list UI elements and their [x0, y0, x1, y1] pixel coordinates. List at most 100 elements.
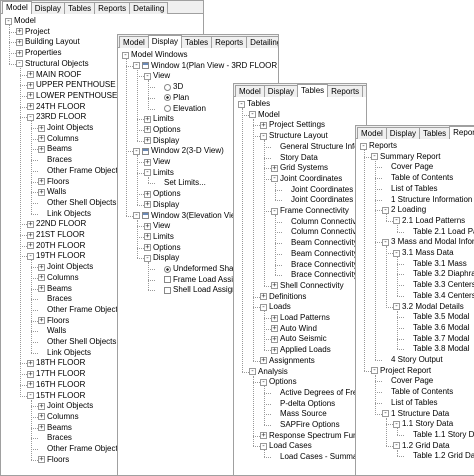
tree-node[interactable]: Table 1.2 Grid Data — [404, 451, 474, 461]
radio-icon[interactable] — [164, 94, 171, 102]
expand-icon[interactable]: + — [144, 158, 151, 166]
tree-node[interactable]: + Project Settings — [260, 120, 325, 130]
tab-detailing[interactable]: Detailing — [129, 2, 169, 14]
tree-node[interactable]: -1.2 Grid Data — [393, 441, 450, 451]
tree-node[interactable]: Column Connectivity — [282, 217, 364, 227]
tree-node[interactable]: -3 Mass and Modal Information — [382, 237, 474, 247]
tree-node[interactable]: Beam Connectivity — [282, 249, 358, 259]
tree-node[interactable]: Table 3.7 Modal — [404, 334, 469, 344]
tree-node[interactable]: +24TH FLOOR — [27, 102, 85, 112]
tree-node[interactable]: Table 3.3 Centers — [404, 280, 474, 290]
tab-detailing[interactable]: Detailing — [246, 36, 278, 48]
tree-node[interactable]: Table 1.1 Story Data — [404, 430, 474, 440]
tree-node[interactable]: Shell Load Assigns — [155, 285, 241, 295]
expand-icon[interactable]: + — [38, 424, 45, 432]
tab-reports[interactable]: Reports — [211, 36, 248, 48]
tree-node[interactable]: - Frame Connectivity — [271, 206, 349, 216]
expand-icon[interactable]: + — [271, 164, 278, 172]
tab-display[interactable]: Display — [147, 35, 183, 48]
expand-icon[interactable]: + — [144, 190, 151, 198]
collapse-icon[interactable]: - — [260, 442, 267, 450]
expand-icon[interactable]: + — [27, 359, 34, 367]
tree-node[interactable]: - Project Report — [371, 366, 431, 376]
tree-node[interactable]: Other Shell Objects — [38, 337, 116, 347]
collapse-icon[interactable]: - — [382, 238, 389, 246]
tree-node[interactable]: List of Tables — [382, 398, 438, 408]
tree-node[interactable]: + Columns — [38, 134, 79, 144]
tree-node[interactable]: - Window 1(Plan View - 3RD FLOOR - Z = 51… — [133, 61, 278, 71]
expand-icon[interactable]: + — [271, 314, 278, 322]
tree-node[interactable]: - Tables — [238, 99, 270, 109]
tab-display[interactable]: Display — [263, 85, 299, 97]
tree-node[interactable]: Table 2.1 Load Patterns — [404, 227, 474, 237]
tree-node[interactable]: Other Frame Objects — [38, 444, 122, 454]
expand-icon[interactable]: + — [38, 285, 45, 292]
tree-node[interactable]: Joint Coordinates — [282, 195, 353, 205]
expand-icon[interactable]: + — [271, 282, 278, 290]
expand-icon[interactable]: + — [144, 115, 151, 123]
tree-node[interactable]: - Reports — [360, 141, 397, 151]
tree-node[interactable]: -1 Structure Data — [382, 409, 449, 419]
collapse-icon[interactable]: - — [260, 378, 267, 386]
tab-model[interactable]: Model — [357, 127, 387, 139]
tab-model[interactable]: Model — [119, 36, 149, 48]
tree-node[interactable]: Set Limits... — [155, 178, 206, 188]
tree-node[interactable]: 3D — [155, 82, 183, 92]
checkbox-icon[interactable] — [164, 276, 171, 284]
tree-node[interactable]: Column Connectivity — [282, 227, 364, 237]
expand-icon[interactable]: + — [38, 145, 45, 153]
expand-icon[interactable]: + — [38, 274, 45, 282]
tree-node[interactable]: + Columns — [38, 273, 79, 283]
tree-node[interactable]: Cover Page — [382, 376, 433, 386]
tree-node[interactable]: Link Objects — [38, 209, 91, 219]
tree-node[interactable]: 1 Structure Information — [382, 195, 472, 205]
radio-icon[interactable] — [164, 83, 171, 91]
tree-node[interactable]: +22ND FLOOR — [27, 219, 86, 229]
tree-node[interactable]: -19TH FLOOR — [27, 251, 85, 261]
tree-node[interactable]: Active Degrees of Freedom — [271, 388, 366, 398]
collapse-icon[interactable]: - — [5, 17, 12, 25]
expand-icon[interactable]: + — [38, 317, 45, 325]
tab-model[interactable]: Model — [2, 1, 32, 14]
tree-node[interactable]: - Structure Layout — [260, 131, 328, 141]
tree-node[interactable]: Table 3.5 Modal — [404, 312, 469, 322]
tree-node[interactable]: List of Tables — [382, 184, 438, 194]
tree-view[interactable]: - Reports - Summary Report Cover Page Table o… — [356, 139, 474, 475]
tree-node[interactable]: + Auto Wind — [271, 324, 317, 334]
collapse-icon[interactable]: - — [371, 367, 378, 375]
tree-node[interactable]: + Joint Objects — [38, 262, 93, 272]
collapse-icon[interactable]: - — [393, 420, 400, 428]
collapse-icon[interactable]: - — [144, 72, 151, 80]
expand-icon[interactable]: + — [260, 432, 267, 440]
tree-node[interactable]: + Limits — [144, 232, 174, 242]
tree-node[interactable]: +16TH FLOOR — [27, 380, 85, 390]
tree-node[interactable]: Story Data — [271, 153, 318, 163]
tree-node[interactable]: -2.1 Load Patterns — [393, 216, 465, 226]
tree-node[interactable]: - Summary Report — [371, 152, 440, 162]
tree-node[interactable]: + Options — [144, 125, 181, 135]
collapse-icon[interactable]: - — [122, 51, 129, 59]
tree-node[interactable]: + Display — [144, 136, 179, 146]
collapse-icon[interactable]: - — [271, 175, 278, 183]
tree-node[interactable]: -2 Loading — [382, 205, 426, 215]
collapse-icon[interactable]: - — [133, 62, 140, 70]
collapse-icon[interactable]: - — [133, 147, 140, 155]
tree-node[interactable]: Braces — [38, 294, 72, 304]
expand-icon[interactable]: + — [38, 413, 45, 421]
expand-icon[interactable]: + — [38, 188, 45, 196]
tab-tables[interactable]: Tables — [64, 2, 96, 14]
radio-icon[interactable] — [164, 265, 171, 273]
tree-node[interactable]: - Window 3(Elevation View) — [133, 211, 244, 221]
expand-icon[interactable]: + — [144, 201, 151, 209]
collapse-icon[interactable]: - — [16, 60, 23, 68]
collapse-icon[interactable]: - — [27, 113, 34, 121]
tree-node[interactable]: -3.2 Modal Details — [393, 302, 464, 312]
tree-node[interactable]: Other Shell Objects — [38, 198, 116, 208]
tab-display[interactable]: Display — [30, 2, 66, 14]
tree-node[interactable]: - Limits — [144, 168, 174, 178]
tree-node[interactable]: + Assignments — [260, 356, 315, 366]
radio-icon[interactable] — [164, 105, 171, 112]
collapse-icon[interactable]: - — [238, 100, 245, 108]
tree-node[interactable]: Undeformed Shape — [155, 264, 242, 274]
tree-node[interactable]: + Shell Connectivity — [271, 281, 344, 291]
